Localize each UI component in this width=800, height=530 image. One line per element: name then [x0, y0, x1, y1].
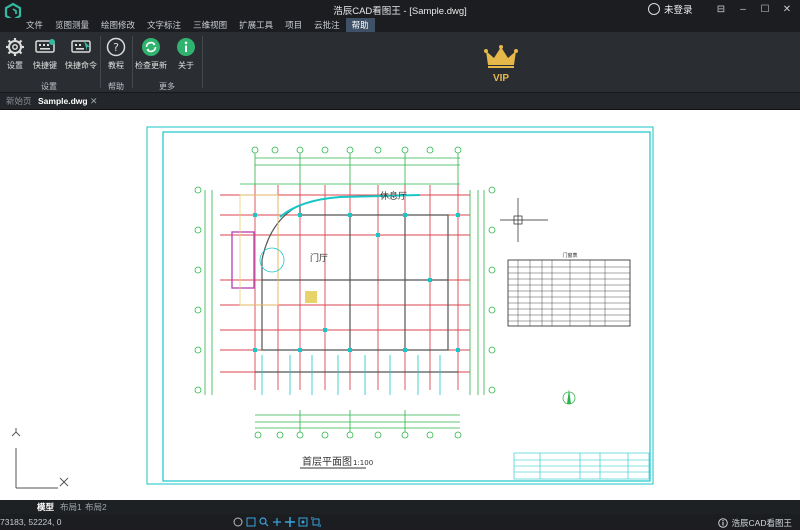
tab-sample-dwg[interactable]: Sample.dwg — [34, 95, 92, 108]
drawing-title: 首层平面图 — [302, 455, 352, 468]
drawing-canvas[interactable]: 休息厅 门厅 门窗表 首层平面图 1:100 — [0, 110, 800, 500]
sheet-border — [146, 126, 654, 485]
minimize-button[interactable]: – — [732, 0, 754, 18]
tutorial-button[interactable]: ? 教程 — [101, 36, 131, 71]
brand-status: 浩辰CAD看图王 — [717, 517, 792, 529]
vip-crown-icon[interactable]: VIP — [480, 41, 522, 85]
top-dimensions — [240, 146, 462, 186]
columns — [253, 213, 460, 352]
tab-home[interactable]: 新始页 — [2, 95, 36, 108]
stair-marker — [305, 291, 317, 303]
tab-layout-2[interactable]: 布局2 — [82, 501, 110, 513]
command-icon — [71, 40, 91, 53]
gear-icon — [6, 38, 24, 56]
menu-project[interactable]: 项目 — [279, 18, 308, 32]
table-title: 门窗表 — [562, 252, 577, 259]
menu-draw-modify[interactable]: 绘图修改 — [95, 18, 141, 32]
menu-3d-view[interactable]: 三维视图 — [187, 18, 233, 32]
axis-grid — [220, 185, 470, 390]
ribbon-separator — [132, 36, 133, 88]
ucs-axis-icon — [11, 428, 69, 489]
shortcut-commands-label: 快捷命令 — [65, 61, 97, 70]
info-circle-icon — [717, 518, 728, 528]
vip-label: VIP — [493, 73, 509, 84]
door-window-table: 门窗表 — [507, 252, 631, 327]
bottom-rooms — [261, 355, 441, 395]
tutorial-label: 教程 — [108, 61, 124, 70]
tab-layout-1[interactable]: 布局1 — [57, 501, 85, 513]
brand-label: 浩辰CAD看图王 — [731, 518, 792, 528]
about-label: 关于 — [178, 61, 194, 70]
login-label: 未登录 — [664, 5, 693, 16]
ribbon-panel: 设置 快捷键 快捷命令 设置 ? 教程 帮助 检查更新 关于 更多 — [0, 32, 800, 93]
check-update-button[interactable]: 检查更新 — [134, 36, 168, 71]
menu-bar: 文件 览图测量 绘图修改 文字标注 三维视图 扩展工具 项目 云批注 帮助 — [0, 18, 800, 32]
walls — [255, 204, 458, 373]
zoom-icon[interactable] — [258, 516, 269, 527]
settings-button[interactable]: 设置 — [0, 36, 30, 71]
shortcut-keys-button[interactable]: 快捷键 — [30, 36, 60, 71]
menu-cloud-annotate[interactable]: 云批注 — [308, 18, 346, 32]
info-icon — [177, 38, 195, 56]
refresh-icon — [142, 38, 160, 56]
select-window-icon[interactable] — [245, 516, 256, 527]
menu-view-measure[interactable]: 览图测量 — [49, 18, 95, 32]
about-button[interactable]: 关于 — [171, 36, 201, 71]
check-update-label: 检查更新 — [135, 61, 167, 70]
svg-text:?: ? — [113, 41, 119, 54]
document-tab-bar: 新始页 Sample.dwg ✕ — [0, 93, 800, 110]
shortcut-commands-button[interactable]: 快捷命令 — [64, 36, 98, 71]
snap-toggle-icon[interactable] — [232, 516, 243, 527]
close-tab-icon[interactable]: ✕ — [90, 95, 98, 108]
user-icon — [648, 3, 660, 15]
menu-text-dimension[interactable]: 文字标注 — [141, 18, 187, 32]
status-bar: 73183, 52224, 0 浩辰CAD看图王 — [0, 514, 800, 530]
cursor-coordinates: 73183, 52224, 0 — [0, 517, 62, 527]
title-bar: 浩辰CAD看图王 - [Sample.dwg] 未登录 ⊟ – ☐ ✕ — [0, 0, 800, 22]
settings-label: 设置 — [7, 61, 23, 70]
shortcut-keys-label: 快捷键 — [33, 61, 57, 70]
room-label-lounge: 休息厅 — [380, 190, 407, 202]
group-label-help: 帮助 — [108, 82, 124, 91]
tab-model[interactable]: 模型 — [34, 501, 57, 513]
menu-file[interactable]: 文件 — [20, 18, 49, 32]
bottom-dimensions — [254, 410, 462, 439]
north-arrow-icon — [562, 389, 576, 405]
close-button[interactable]: ✕ — [776, 0, 798, 18]
restore-ribbon-button[interactable]: ⊟ — [710, 0, 732, 18]
group-label-more: 更多 — [159, 82, 175, 91]
revolving-door — [259, 247, 285, 273]
zoom-extents-icon[interactable] — [297, 516, 308, 527]
login-button[interactable]: 未登录 — [648, 2, 693, 16]
pan-icon[interactable] — [271, 516, 282, 527]
drawing-scale: 1:100 — [353, 459, 373, 467]
cad-drawing[interactable]: 休息厅 门厅 门窗表 首层平面图 1:100 — [0, 110, 800, 500]
layout-tab-bar: 模型 布局1 布局2 — [0, 500, 800, 514]
menu-help[interactable]: 帮助 — [345, 18, 375, 32]
menu-extensions[interactable]: 扩展工具 — [233, 18, 279, 32]
ribbon-separator — [202, 36, 203, 88]
group-label-settings: 设置 — [41, 82, 57, 91]
room-label-hall: 门厅 — [310, 252, 328, 264]
keyboard-icon — [35, 39, 55, 53]
question-icon: ? — [106, 37, 126, 57]
maximize-button[interactable]: ☐ — [754, 0, 776, 18]
crosshair-cursor-icon — [500, 198, 548, 242]
title-block — [513, 452, 650, 480]
move-icon[interactable] — [284, 516, 295, 527]
fit-window-icon[interactable] — [310, 516, 321, 527]
